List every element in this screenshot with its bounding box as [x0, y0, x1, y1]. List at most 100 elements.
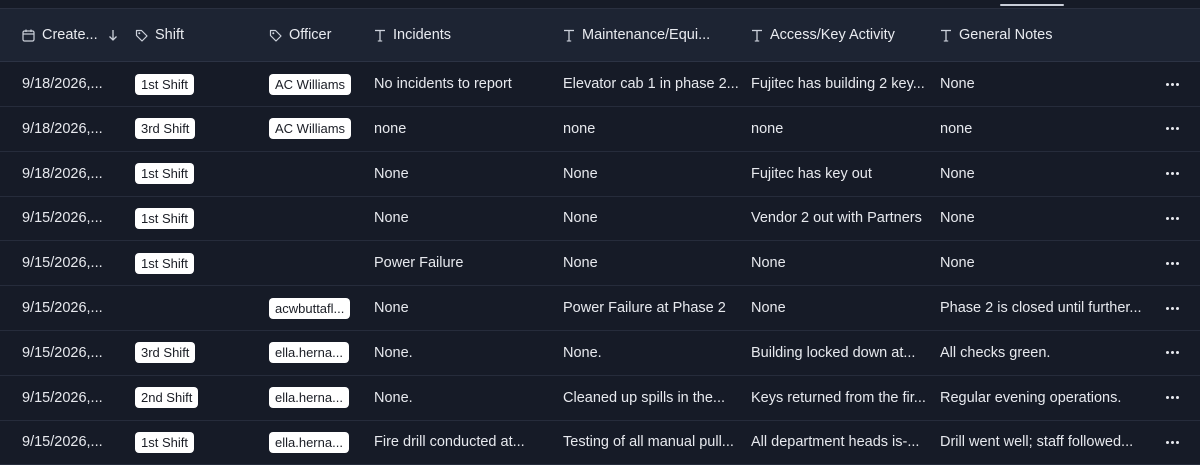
cell-officer[interactable] [269, 241, 364, 285]
table-row[interactable]: 9/18/2026,... 3rd Shift AC Williams none non… [0, 107, 1200, 152]
arrow-down-icon[interactable] [108, 29, 118, 41]
more-horizontal-icon[interactable] [1165, 376, 1180, 420]
cell-notes[interactable]: None [940, 152, 1145, 196]
cell-shift[interactable]: 1st Shift [135, 196, 260, 240]
more-horizontal-icon[interactable] [1165, 196, 1180, 240]
cell-access[interactable]: None [751, 241, 931, 285]
cell-incidents[interactable]: None [374, 152, 554, 196]
more-horizontal-icon[interactable] [1165, 62, 1180, 106]
cell-access[interactable]: Building locked down at... [751, 331, 931, 375]
more-horizontal-icon[interactable] [1165, 152, 1180, 196]
cell-created[interactable]: 9/15/2026,... [22, 376, 127, 420]
cell-text: Building locked down at... [751, 344, 916, 361]
shift-tag: 3rd Shift [135, 342, 196, 364]
more-horizontal-icon[interactable] [1165, 107, 1180, 151]
cell-text: Vendor 2 out with Partners [751, 210, 922, 227]
table-row[interactable]: 9/15/2026,... acwbuttafl... None Power Fail… [0, 286, 1200, 331]
table-header: Create... Shift Officer Incidents Mainte… [0, 9, 1200, 62]
column-header-access[interactable]: Access/Key Activity [751, 9, 895, 61]
cell-created[interactable]: 9/15/2026,... [22, 286, 127, 330]
cell-text: Fire drill conducted at... [374, 434, 525, 451]
table-row[interactable]: 9/18/2026,... 1st Shift None None Fujitec ha… [0, 152, 1200, 197]
cell-incidents[interactable]: None [374, 196, 554, 240]
table-row[interactable]: 9/15/2026,... 2nd Shift ella.herna... None.… [0, 376, 1200, 421]
cell-officer[interactable]: ella.herna... [269, 420, 364, 464]
cell-notes[interactable]: Drill went well; staff followed... [940, 420, 1145, 464]
cell-shift[interactable]: 1st Shift [135, 241, 260, 285]
cell-notes[interactable]: All checks green. [940, 331, 1145, 375]
cell-incidents[interactable]: No incidents to report [374, 62, 554, 106]
cell-incidents[interactable]: none [374, 107, 554, 151]
cell-text: 9/18/2026,... [22, 76, 103, 92]
cell-created[interactable]: 9/15/2026,... [22, 196, 127, 240]
table-row[interactable]: 9/15/2026,... 1st Shift Power Failure None N… [0, 241, 1200, 287]
table-row[interactable]: 9/15/2026,... 1st Shift ella.herna... Fire … [0, 420, 1200, 465]
cell-created[interactable]: 9/15/2026,... [22, 241, 127, 285]
cell-officer[interactable] [269, 152, 364, 196]
more-horizontal-icon[interactable] [1165, 241, 1180, 285]
column-header-label: Access/Key Activity [770, 27, 895, 43]
cell-created[interactable]: 9/15/2026,... [22, 420, 127, 464]
cell-maintenance[interactable]: none [563, 107, 743, 151]
cell-officer[interactable]: AC Williams [269, 62, 364, 106]
cell-shift[interactable]: 1st Shift [135, 420, 260, 464]
cell-created[interactable]: 9/18/2026,... [22, 107, 127, 151]
cell-maintenance[interactable]: Cleaned up spills in the... [563, 376, 743, 420]
more-horizontal-icon[interactable] [1165, 331, 1180, 375]
cell-maintenance[interactable]: None [563, 152, 743, 196]
cell-notes[interactable]: Regular evening operations. [940, 376, 1145, 420]
cell-incidents[interactable]: Power Failure [374, 241, 554, 285]
cell-maintenance[interactable]: Elevator cab 1 in phase 2... [563, 62, 743, 106]
column-header-shift[interactable]: Shift [135, 9, 184, 61]
cell-maintenance[interactable]: Testing of all manual pull... [563, 420, 743, 464]
cell-officer[interactable]: acwbuttafl... [269, 286, 364, 330]
cell-shift[interactable] [135, 286, 260, 330]
cell-officer[interactable]: ella.herna... [269, 331, 364, 375]
cell-access[interactable]: Keys returned from the fir... [751, 376, 931, 420]
table-row[interactable]: 9/15/2026,... 1st Shift None None Vendor 2 o… [0, 196, 1200, 242]
cell-access[interactable]: none [751, 107, 931, 151]
cell-access[interactable]: Fujitec has key out [751, 152, 931, 196]
cell-notes[interactable]: Phase 2 is closed until further... [940, 286, 1145, 330]
column-header-incidents[interactable]: Incidents [374, 9, 451, 61]
cell-maintenance[interactable]: None [563, 196, 743, 240]
cell-created[interactable]: 9/15/2026,... [22, 331, 127, 375]
cell-notes[interactable]: None [940, 62, 1145, 106]
cell-created[interactable]: 9/18/2026,... [22, 62, 127, 106]
cell-maintenance[interactable]: None [563, 241, 743, 285]
cell-notes[interactable]: None [940, 241, 1145, 285]
cell-incidents[interactable]: Fire drill conducted at... [374, 420, 554, 464]
cell-maintenance[interactable]: None. [563, 331, 743, 375]
cell-maintenance[interactable]: Power Failure at Phase 2 [563, 286, 743, 330]
cell-access[interactable]: None [751, 286, 931, 330]
cell-incidents[interactable]: None. [374, 376, 554, 420]
cell-text: none [751, 120, 784, 137]
cell-text: None [374, 165, 409, 182]
cell-shift[interactable]: 1st Shift [135, 152, 260, 196]
cell-shift[interactable]: 3rd Shift [135, 331, 260, 375]
more-horizontal-icon[interactable] [1165, 286, 1180, 330]
cell-text: Testing of all manual pull... [563, 434, 734, 451]
more-horizontal-icon[interactable] [1165, 420, 1180, 464]
cell-notes[interactable]: None [940, 196, 1145, 240]
calendar-icon [22, 29, 35, 42]
cell-incidents[interactable]: None [374, 286, 554, 330]
column-header-officer[interactable]: Officer [269, 9, 331, 61]
cell-shift[interactable]: 2nd Shift [135, 376, 260, 420]
cell-officer[interactable] [269, 196, 364, 240]
cell-notes[interactable]: none [940, 107, 1145, 151]
table-row[interactable]: 9/15/2026,... 3rd Shift ella.herna... None.… [0, 331, 1200, 376]
cell-officer[interactable]: AC Williams [269, 107, 364, 151]
column-header-maintenance[interactable]: Maintenance/Equi... [563, 9, 710, 61]
cell-created[interactable]: 9/18/2026,... [22, 152, 127, 196]
cell-access[interactable]: Vendor 2 out with Partners [751, 196, 931, 240]
cell-incidents[interactable]: None. [374, 331, 554, 375]
cell-shift[interactable]: 3rd Shift [135, 107, 260, 151]
cell-access[interactable]: Fujitec has building 2 key... [751, 62, 931, 106]
column-header-created[interactable]: Create... [22, 9, 118, 61]
column-header-notes[interactable]: General Notes [940, 9, 1053, 61]
cell-access[interactable]: All department heads is-... [751, 420, 931, 464]
cell-officer[interactable]: ella.herna... [269, 376, 364, 420]
table-row[interactable]: 9/18/2026,... 1st Shift AC Williams No inci… [0, 62, 1200, 107]
cell-shift[interactable]: 1st Shift [135, 62, 260, 106]
